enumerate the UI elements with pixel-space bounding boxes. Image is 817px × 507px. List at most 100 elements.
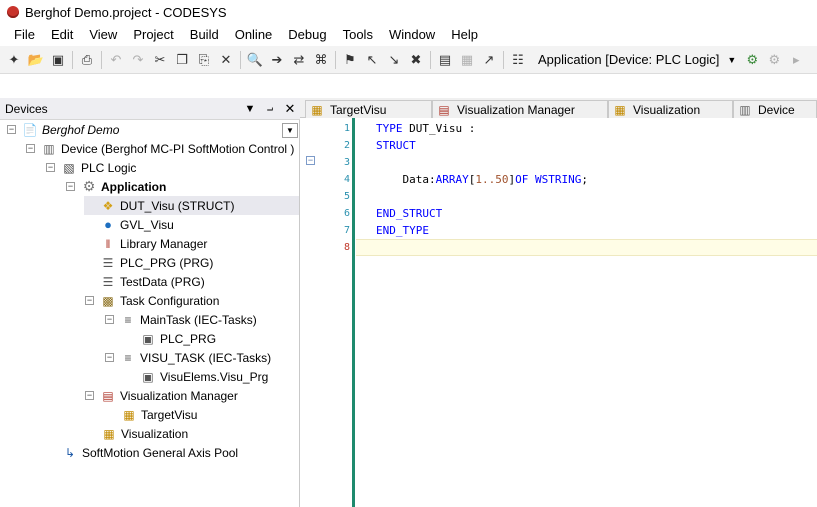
tab-targetvisu[interactable]: ▦ TargetVisu — [305, 100, 432, 118]
collapse-icon[interactable]: − — [7, 125, 16, 134]
cut-icon[interactable]: ✂ — [149, 49, 171, 71]
tab-visualization-manager[interactable]: ▤ Visualization Manager — [432, 100, 608, 118]
collapse-icon[interactable]: − — [66, 182, 75, 191]
code-keyword: STRUCT — [376, 139, 416, 152]
tab-label: Device — [758, 102, 795, 117]
tree-item-label: Library Manager — [120, 236, 208, 251]
save-icon[interactable]: ▣ — [47, 49, 69, 71]
tree-item-plc-prg-call[interactable]: ▣ PLC_PRG — [140, 329, 216, 348]
code-text-area[interactable]: TYPE DUT_Visu : STRUCT Data:ARRAY[1..50]O… — [356, 118, 817, 507]
collapse-icon[interactable]: − — [26, 144, 35, 153]
pin-icon[interactable]: ⨼ — [260, 102, 280, 115]
delete-icon[interactable]: ✕ — [215, 49, 237, 71]
program-call-icon: ▣ — [142, 331, 154, 346]
code-line[interactable]: STRUCT — [356, 137, 817, 154]
redo-icon[interactable]: ↷ — [127, 49, 149, 71]
panel-menu-chevron-icon[interactable]: ▼ — [240, 103, 260, 115]
devices-panel-header: Devices ▼ ⨼ ✕ — [0, 98, 300, 120]
code-line-current[interactable] — [356, 239, 817, 256]
code-line[interactable] — [356, 188, 817, 205]
menu-build[interactable]: Build — [182, 24, 227, 46]
next-bookmark-icon[interactable]: ↘ — [383, 49, 405, 71]
tree-item-device[interactable]: − ▥ Device (Berghof MC-PI SoftMotion Con… — [26, 139, 294, 158]
device-network-icon[interactable]: ☷ — [507, 49, 529, 71]
visualization-manager-icon: ▤ — [438, 102, 450, 117]
code-line[interactable]: TYPE DUT_Visu : — [356, 120, 817, 137]
open-object-icon[interactable]: ↗ — [478, 49, 500, 71]
replace-icon[interactable]: ⇄ — [288, 49, 310, 71]
line-number: 1 — [343, 123, 350, 134]
collapse-icon[interactable]: − — [105, 315, 114, 324]
tab-visualization[interactable]: ▦ Visualization — [608, 100, 733, 118]
menu-edit[interactable]: Edit — [43, 24, 81, 46]
find-icon[interactable]: 🔍 — [244, 49, 266, 71]
tree-item-dut-visu[interactable]: ❖ DUT_Visu (STRUCT) — [84, 196, 299, 215]
tree-view-dropdown-chevron-icon[interactable]: ▼ — [282, 123, 298, 138]
tree-item-gvl-visu[interactable]: ● GVL_Visu — [100, 215, 174, 234]
logout-icon[interactable]: ⚙ — [763, 49, 785, 71]
menu-help[interactable]: Help — [443, 24, 486, 46]
menu-project[interactable]: Project — [125, 24, 181, 46]
tab-device[interactable]: ▥ Device — [733, 100, 817, 118]
collapse-icon[interactable]: − — [46, 163, 55, 172]
tree-item-label: SoftMotion General Axis Pool — [82, 445, 239, 460]
tree-item-visu-task[interactable]: − ≡ VISU_TASK (IEC-Tasks) — [105, 348, 271, 367]
tree-item-library-manager[interactable]: ‖ Library Manager — [100, 234, 208, 253]
tree-item-testdata[interactable]: ☰ TestData (PRG) — [100, 272, 205, 291]
menu-view[interactable]: View — [81, 24, 125, 46]
tree-item-targetvisu[interactable]: ▦ TargetVisu — [121, 405, 197, 424]
chevron-down-icon: ▼ — [727, 54, 737, 65]
toolbar-overflow-icon[interactable]: ▸ — [785, 49, 807, 71]
code-keyword: END_TYPE — [376, 224, 429, 237]
bookmark-icon[interactable]: ⚑ — [339, 49, 361, 71]
menu-file[interactable]: File — [6, 24, 43, 46]
code-editor[interactable]: − 1 2 3 4 5 6 7 8 TYPE DUT_Visu : STRUCT … — [300, 118, 817, 507]
tree-item-maintask[interactable]: − ≡ MainTask (IEC-Tasks) — [105, 310, 257, 329]
tree-item-label: GVL_Visu — [120, 217, 174, 232]
code-line[interactable] — [356, 154, 817, 171]
tree-item-visualization-manager[interactable]: − ▤ Visualization Manager — [85, 386, 238, 405]
code-line[interactable]: END_TYPE — [356, 222, 817, 239]
code-line[interactable]: Data:ARRAY[1..50]OF WSTRING; — [356, 171, 817, 188]
tree-item-task-configuration[interactable]: − ▩ Task Configuration — [85, 291, 219, 310]
toolbar-separator — [335, 50, 336, 69]
fold-collapse-icon[interactable]: − — [306, 156, 315, 165]
find-next-icon[interactable]: ➔ — [266, 49, 288, 71]
undo-icon[interactable]: ↶ — [105, 49, 127, 71]
target-visu-icon: ▦ — [311, 102, 323, 117]
print-icon[interactable]: ⎙ — [76, 49, 98, 71]
tree-item-plc-logic[interactable]: − ▧ PLC Logic — [46, 158, 136, 177]
code-line[interactable]: END_STRUCT — [356, 205, 817, 222]
tree-item-plc-prg[interactable]: ☰ PLC_PRG (PRG) — [100, 253, 214, 272]
previous-bookmark-icon[interactable]: ↖ — [361, 49, 383, 71]
paste-icon[interactable]: ⎘ — [193, 49, 215, 71]
active-application-dropdown[interactable]: Application [Device: PLC Logic] ▼ — [533, 50, 741, 70]
tree-item-softmotion-axis-pool[interactable]: ↳ SoftMotion General Axis Pool — [62, 443, 238, 462]
tab-label: Visualization Manager — [457, 102, 575, 117]
menu-debug[interactable]: Debug — [280, 24, 334, 46]
tree-item-visuelems-visu-prg[interactable]: ▣ VisuElems.Visu_Prg — [140, 367, 268, 386]
tree-item-application[interactable]: − ⚙ Application — [66, 177, 166, 196]
properties-icon[interactable]: ▤ — [434, 49, 456, 71]
collapse-icon[interactable]: − — [85, 296, 94, 305]
target-visu-icon: ▦ — [123, 407, 135, 422]
collapse-icon[interactable]: − — [105, 353, 114, 362]
menu-window[interactable]: Window — [381, 24, 443, 46]
open-folder-icon[interactable]: 📂 — [25, 49, 47, 71]
menu-online[interactable]: Online — [227, 24, 281, 46]
copy-icon[interactable]: ❐ — [171, 49, 193, 71]
login-icon[interactable]: ⚙ — [741, 49, 763, 71]
add-object-icon[interactable]: ▦ — [456, 49, 478, 71]
toolbar-separator — [72, 50, 73, 69]
close-icon[interactable]: ✕ — [280, 101, 300, 117]
collapse-icon[interactable]: − — [85, 391, 94, 400]
new-project-icon[interactable]: ✦ — [3, 49, 25, 71]
window-title: Berghof Demo.project - CODESYS — [25, 4, 227, 20]
clear-bookmarks-icon[interactable]: ✖ — [405, 49, 427, 71]
tree-item-visualization[interactable]: ▦ Visualization — [101, 424, 188, 443]
code-number: 1..50 — [475, 173, 509, 186]
tree-item-berghof-demo[interactable]: − 📄 Berghof Demo — [7, 120, 119, 139]
menu-tools[interactable]: Tools — [335, 24, 381, 46]
find-in-project-icon[interactable]: ⌘ — [310, 49, 332, 71]
tree-item-label: Task Configuration — [120, 293, 220, 308]
